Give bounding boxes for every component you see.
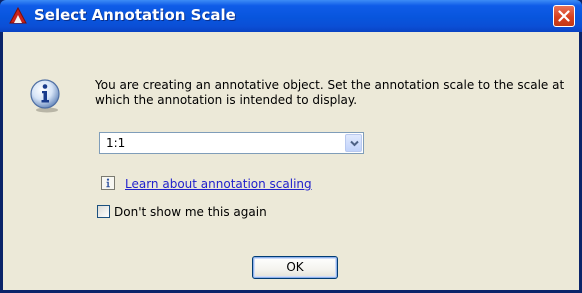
autocad-logo-icon <box>9 7 27 24</box>
title-bar[interactable]: Select Annotation Scale <box>0 0 582 32</box>
dialog-message: You are creating an annotative object. S… <box>95 78 565 107</box>
chevron-down-icon <box>350 140 359 147</box>
info-small-icon <box>101 176 115 190</box>
close-button[interactable] <box>553 5 575 27</box>
window-title: Select Annotation Scale <box>34 6 236 24</box>
learn-annotation-scaling-link[interactable]: Learn about annotation scaling <box>125 177 312 191</box>
dont-show-again-checkbox[interactable] <box>97 205 110 218</box>
ok-button[interactable]: OK <box>252 256 338 279</box>
info-icon <box>30 79 60 113</box>
dropdown-arrow-button[interactable] <box>345 134 362 152</box>
annotation-scale-value: 1:1 <box>106 136 126 150</box>
close-icon <box>558 10 570 22</box>
dialog-body: You are creating an annotative object. S… <box>3 32 579 290</box>
dont-show-again-label[interactable]: Don't show me this again <box>114 205 267 219</box>
annotation-scale-dropdown[interactable]: 1:1 <box>99 132 364 154</box>
dialog-window: Select Annotation Scale You are creating… <box>0 0 582 293</box>
